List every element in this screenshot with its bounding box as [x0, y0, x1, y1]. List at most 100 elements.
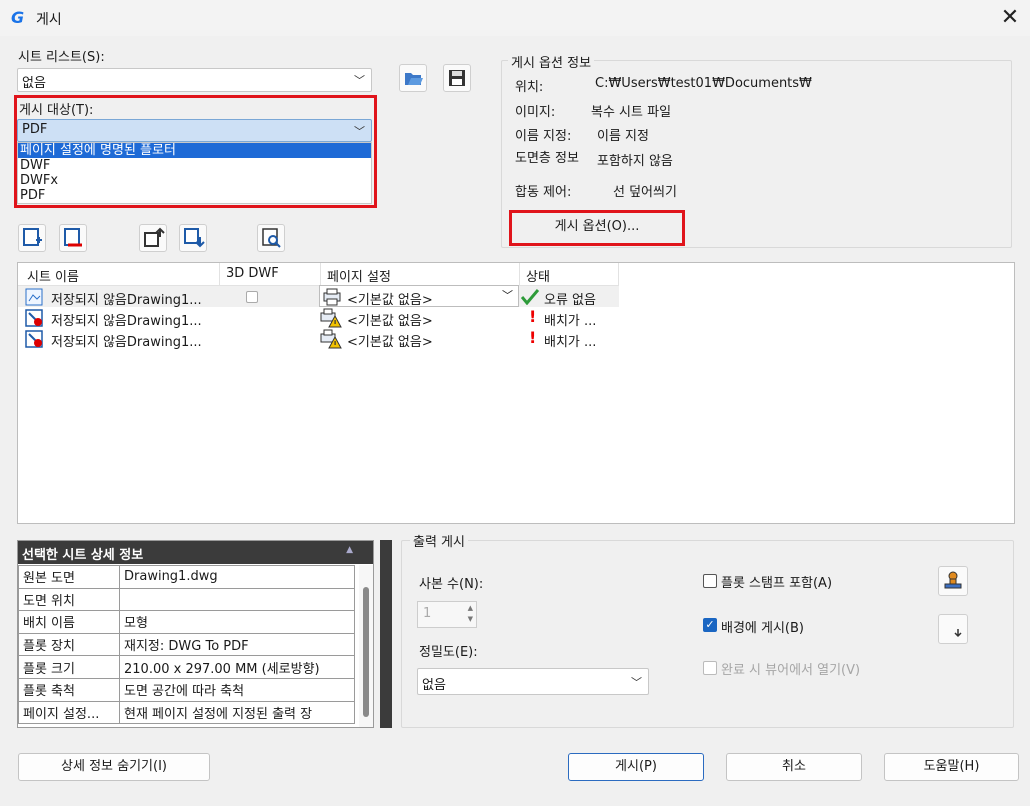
- sheet-list-label: 시트 리스트(S):: [18, 50, 105, 65]
- error-exclamation-icon: !: [529, 307, 537, 326]
- background-settings-button[interactable]: [938, 614, 968, 644]
- page-setup-value: <기본값 없음>: [347, 293, 433, 308]
- detail-value: 도면 공간에 따라 축척: [119, 677, 355, 702]
- stepper-arrows-icon[interactable]: ▲ ▼: [468, 603, 473, 625]
- save-sheet-list-button[interactable]: [443, 64, 471, 92]
- details-title: 선택한 시트 상세 정보: [22, 548, 144, 563]
- details-table: 원본 도면 Drawing1.dwg 도면 위치 배치 이름 모형 플롯 장치 재지정…: [18, 565, 355, 725]
- copies-stepper[interactable]: 1 ▲ ▼: [417, 601, 477, 628]
- layer-info-value: 포함하지 않음: [597, 154, 673, 169]
- 3d-dwf-checkbox[interactable]: [246, 291, 258, 303]
- detail-value: 모형: [119, 610, 355, 634]
- chevron-down-icon: ﹀: [354, 125, 365, 138]
- column-header-3d-dwf[interactable]: 3D DWF: [226, 266, 279, 281]
- close-icon[interactable]: ✕: [996, 4, 1024, 32]
- merge-control-value: 선 덮어씌기: [613, 185, 677, 200]
- precision-value: 없음: [422, 678, 446, 693]
- column-header-page-setup[interactable]: 페이지 설정: [327, 266, 391, 285]
- table-row: 페이지 설정... 현재 페이지 설정에 지정된 출력 장: [18, 700, 355, 725]
- sheets-table[interactable]: 시트 이름 3D DWF 페이지 설정 상태 저장되지 않음Drawing1..…: [17, 262, 1015, 524]
- dropdown-option[interactable]: PDF: [18, 188, 371, 203]
- folder-open-icon: [405, 73, 423, 85]
- column-divider: [618, 263, 619, 286]
- background-publish-checkbox[interactable]: ✓: [703, 618, 717, 632]
- title-bar: [0, 0, 1030, 36]
- naming-label: 이름 지정:: [515, 129, 572, 144]
- collapse-arrow-icon[interactable]: ▲: [346, 545, 353, 555]
- location-label: 위치:: [515, 80, 544, 95]
- detail-value: 210.00 x 297.00 MM (세로방향): [119, 655, 355, 679]
- status-text: 배치가 ...: [544, 314, 597, 329]
- hide-details-button[interactable]: 상세 정보 숨기기(I): [18, 753, 210, 781]
- precision-select[interactable]: 없음 ﹀: [417, 668, 649, 695]
- plot-stamp-checkbox[interactable]: [703, 574, 717, 588]
- table-row: 원본 도면 Drawing1.dwg: [18, 565, 355, 589]
- dropdown-option[interactable]: 페이지 설정에 명명된 플로터: [18, 143, 371, 158]
- location-value: C:₩Users₩test01₩Documents₩: [595, 76, 812, 91]
- sheet-name: 저장되지 않음Drawing1...: [51, 293, 202, 308]
- plotter-icon: [323, 288, 341, 306]
- publish-to-select[interactable]: PDF ﹀: [17, 119, 372, 142]
- panel-splitter[interactable]: [380, 540, 392, 728]
- column-header-sheet-name[interactable]: 시트 이름: [27, 266, 79, 285]
- move-up-icon: [144, 227, 165, 247]
- load-sheet-list-button[interactable]: [399, 64, 427, 92]
- stamp-icon: [944, 571, 962, 589]
- publish-to-label: 게시 대상(T):: [19, 103, 94, 118]
- check-icon: [521, 289, 539, 305]
- move-sheet-down-button[interactable]: [179, 224, 207, 252]
- status-text: 배치가 ...: [544, 335, 597, 350]
- table-row: 플롯 축척 도면 공간에 따라 축척: [18, 677, 355, 702]
- page-setup-value: <기본값 없음>: [347, 314, 433, 329]
- detail-key: 도면 위치: [18, 587, 120, 612]
- plotter-warning-icon: [320, 308, 342, 328]
- move-sheet-up-button[interactable]: [139, 224, 167, 252]
- column-divider: [320, 263, 321, 286]
- layout-sheet-error-icon: [25, 309, 43, 327]
- app-logo-icon: G: [11, 8, 25, 27]
- cancel-button[interactable]: 취소: [726, 753, 862, 781]
- background-publish-label: 배경에 게시(B): [721, 621, 804, 636]
- detail-value: [119, 587, 355, 612]
- publish-options-button[interactable]: 게시 옵션(O)...: [514, 214, 680, 241]
- detail-key: 페이지 설정...: [18, 700, 120, 725]
- sheet-list-value: 없음: [22, 76, 46, 91]
- detail-value: 현재 페이지 설정에 지정된 출력 장: [119, 700, 355, 725]
- image-label: 이미지:: [515, 105, 556, 120]
- open-viewer-checkbox[interactable]: [703, 661, 717, 675]
- add-sheet-icon: [23, 228, 42, 246]
- column-divider: [519, 263, 520, 286]
- sheet-list-select[interactable]: 없음 ﹀: [17, 68, 372, 92]
- output-title: 출력 게시: [410, 531, 468, 550]
- open-viewer-label: 완료 시 뷰어에서 열기(V): [721, 663, 861, 678]
- detail-value: Drawing1.dwg: [119, 565, 355, 589]
- detail-key: 플롯 장치: [18, 632, 120, 657]
- layer-info-label: 도면층 정보: [515, 151, 579, 166]
- help-button[interactable]: 도움말(H): [884, 753, 1019, 781]
- dropdown-option[interactable]: DWFx: [18, 173, 371, 188]
- details-header[interactable]: 선택한 시트 상세 정보 ▲: [18, 541, 373, 564]
- output-group: [401, 540, 1014, 728]
- publish-button[interactable]: 게시(P): [568, 753, 704, 781]
- copies-value: 1: [423, 606, 432, 621]
- status-text: 오류 없음: [544, 293, 596, 308]
- preview-button[interactable]: [257, 224, 285, 252]
- chevron-down-icon: ﹀: [354, 74, 365, 87]
- plotter-warning-icon: [320, 329, 342, 349]
- plot-stamp-settings-button[interactable]: [938, 566, 968, 596]
- detail-key: 배치 이름: [18, 610, 120, 634]
- image-value: 복수 시트 파일: [591, 105, 672, 120]
- chevron-down-icon: ﹀: [631, 676, 642, 689]
- sheet-name: 저장되지 않음Drawing1...: [51, 314, 202, 329]
- precision-label: 정밀도(E):: [419, 645, 478, 660]
- model-sheet-icon: [25, 288, 43, 306]
- remove-sheets-button[interactable]: [59, 224, 87, 252]
- details-scrollbar[interactable]: [359, 565, 373, 727]
- table-row: 도면 위치: [18, 587, 355, 612]
- dropdown-option[interactable]: DWF: [18, 158, 371, 173]
- add-sheets-button[interactable]: [18, 224, 46, 252]
- scrollbar-thumb[interactable]: [363, 587, 369, 717]
- detail-value: 재지정: DWG To PDF: [119, 632, 355, 657]
- preview-magnifier-icon: [262, 228, 281, 248]
- column-header-status[interactable]: 상태: [526, 266, 550, 285]
